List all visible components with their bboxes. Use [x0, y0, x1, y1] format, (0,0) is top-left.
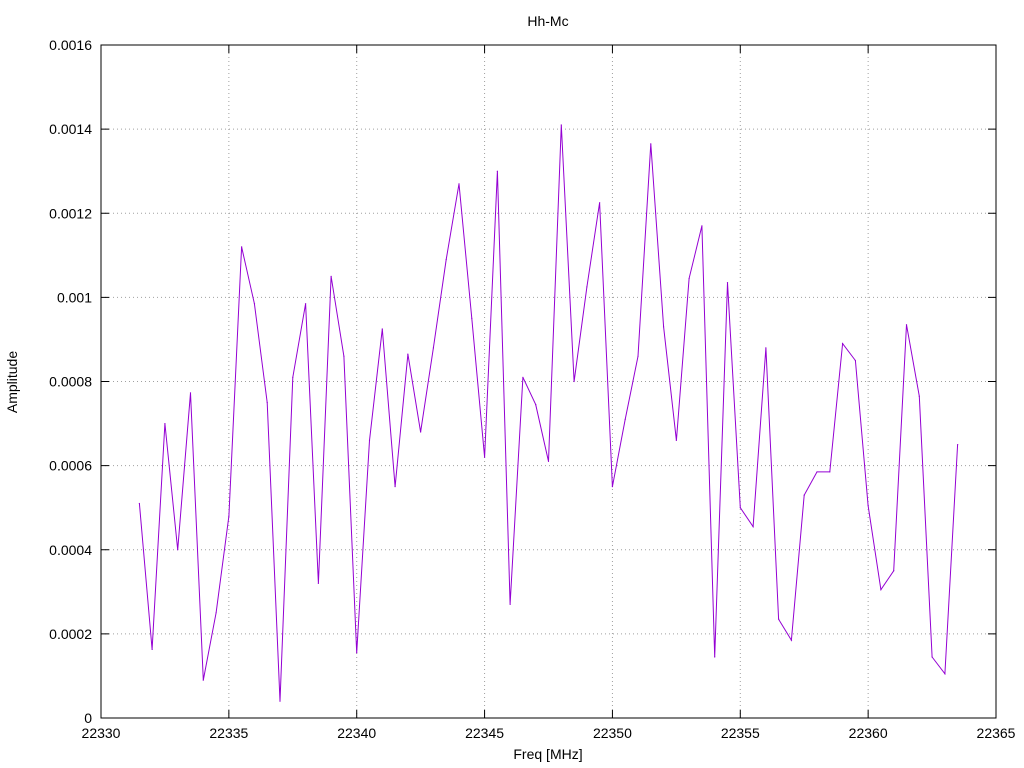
y-tick-label: 0.0008 — [49, 374, 92, 390]
data-point — [164, 422, 166, 425]
x-tick-label: 22350 — [593, 725, 632, 741]
data-point — [739, 507, 741, 509]
data-point — [752, 526, 754, 528]
data-point — [829, 471, 831, 473]
data-point — [841, 343, 844, 345]
data-point — [611, 486, 614, 488]
data-point — [241, 246, 243, 248]
data-point — [867, 504, 869, 507]
data-point — [138, 502, 140, 505]
data-point — [445, 258, 447, 261]
data-point — [228, 515, 230, 517]
data-point — [675, 439, 677, 441]
data-point — [893, 570, 895, 572]
x-tick-label: 22360 — [849, 725, 888, 741]
data-point — [394, 486, 396, 488]
y-tick-label: 0.001 — [57, 289, 92, 305]
x-axis-label: Freq [MHz] — [513, 746, 582, 762]
data-point — [266, 401, 268, 404]
y-axis-label: Amplitude — [4, 351, 20, 413]
data-point — [317, 582, 319, 585]
line-chart: 22330 22335 22340 22345 22350 22355 22360 22365… — [0, 0, 1024, 768]
x-tick-label: 22345 — [465, 725, 504, 741]
data-point — [253, 303, 256, 305]
data-point — [778, 618, 780, 620]
data-point — [816, 471, 818, 473]
data-point — [880, 589, 882, 591]
data-point — [650, 143, 652, 145]
data-point — [599, 202, 601, 204]
data-point — [662, 326, 665, 328]
data-point — [343, 355, 345, 357]
data-point — [381, 328, 383, 330]
data-point — [279, 700, 281, 702]
y-tick-label: 0.0002 — [49, 626, 92, 642]
data-point — [496, 170, 498, 172]
data-point — [790, 639, 793, 641]
data-point — [215, 612, 217, 614]
data-point — [471, 317, 473, 320]
y-tick-label: 0.0016 — [49, 37, 92, 53]
y-tick-label: 0.0014 — [49, 121, 92, 137]
chart-background — [0, 0, 1024, 768]
x-tick-label: 22340 — [337, 725, 376, 741]
data-point — [765, 347, 767, 349]
data-point — [560, 124, 562, 126]
data-point — [189, 392, 192, 394]
x-tick-label: 22365 — [977, 725, 1016, 741]
data-point — [726, 282, 729, 284]
data-point — [624, 418, 626, 420]
x-tick-label: 22335 — [209, 725, 248, 741]
data-point — [535, 404, 537, 406]
data-point — [637, 355, 639, 357]
data-point — [509, 603, 511, 606]
data-point — [957, 443, 959, 446]
data-point — [177, 549, 179, 551]
data-point — [483, 456, 486, 458]
data-point — [854, 359, 856, 362]
chart-title: Hh-Mc — [527, 13, 568, 29]
data-point — [573, 380, 575, 383]
data-point — [944, 673, 946, 675]
data-point — [356, 652, 358, 654]
data-point — [905, 324, 908, 326]
data-point — [714, 656, 716, 658]
x-tick-label: 22330 — [82, 725, 121, 741]
data-point — [202, 679, 204, 681]
data-point — [432, 347, 435, 349]
data-point — [304, 303, 307, 305]
data-point — [151, 648, 153, 651]
x-tick-label: 22355 — [721, 725, 760, 741]
data-point — [420, 431, 422, 433]
data-point — [330, 275, 332, 277]
data-point — [701, 225, 703, 227]
data-point — [458, 183, 460, 185]
data-point — [522, 376, 524, 378]
y-tick-label: 0.0012 — [49, 205, 92, 221]
data-point — [407, 353, 409, 355]
data-point — [586, 286, 588, 288]
data-point — [547, 460, 550, 463]
data-point — [368, 439, 371, 441]
data-point — [688, 277, 690, 280]
data-point — [803, 494, 805, 496]
y-tick-label: 0 — [84, 710, 92, 726]
y-tick-label: 0.0004 — [49, 542, 92, 558]
data-point — [918, 395, 920, 397]
data-point — [292, 376, 294, 378]
y-tick-label: 0.0006 — [49, 458, 92, 474]
data-point — [931, 656, 933, 658]
